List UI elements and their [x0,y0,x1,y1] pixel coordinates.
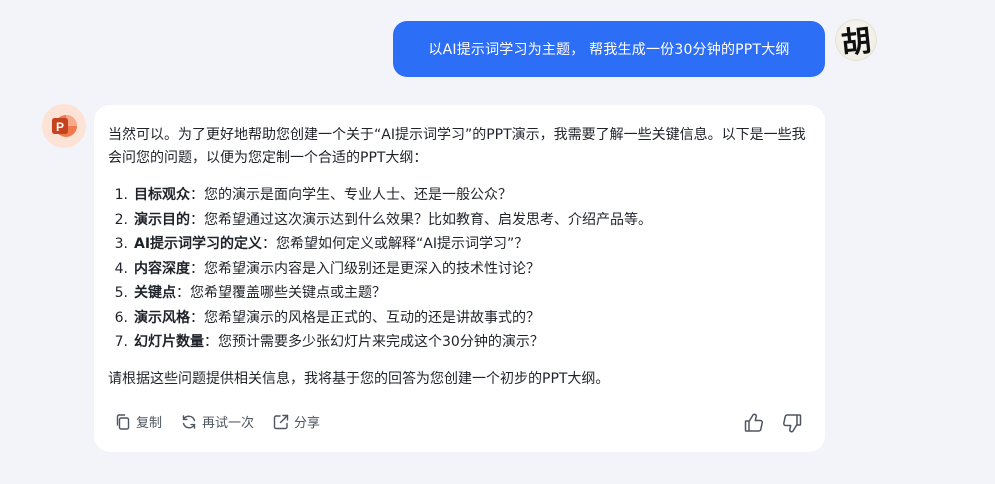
list-item-number: 1. [114,187,128,203]
list-item-number: 7. [114,334,128,350]
thumbs-down-icon[interactable] [781,412,803,434]
list-item-text: ：您希望演示内容是入门级别还是更深入的技术性讨论？ [190,260,540,277]
copy-button[interactable]: 复制 [114,412,162,431]
question-list: 1. 目标观众：您的演示是面向学生、专业人士、还是一般公众？ 2. 演示目的：您… [108,183,811,355]
refresh-icon [182,414,196,429]
share-button[interactable]: 分享 [272,412,320,431]
list-item-text: ：您希望覆盖哪些关键点或主题？ [176,285,386,301]
feedback-bar [743,412,803,434]
list-item-text: ：您希望演示的风格是正式的、互动的还是讲故事式的？ [190,309,540,326]
svg-text:P: P [56,120,64,134]
user-avatar[interactable]: 胡 [835,19,877,61]
assistant-avatar: P [42,104,86,148]
share-label: 分享 [294,416,321,431]
list-item-number: 3. [114,236,128,252]
list-item-number: 6. [114,309,128,326]
list-item: 6. 演示风格：您希望演示的风格是正式的、互动的还是讲故事式的？ [108,306,811,331]
list-item-text: ：您预计需要多少张幻灯片来完成这个30分钟的演示？ [204,334,544,350]
user-message-bubble: 以AI提示词学习为主题， 帮我生成一份30分钟的PPT大纲 [393,21,825,77]
message-action-bar: 复制 再试一次 分享 [114,412,320,431]
copy-icon [116,413,130,430]
list-item-title: 内容深度 [134,260,190,277]
list-item: 2. 演示目的：您希望通过这次演示达到什么效果？比如教育、启发思考、介绍产品等。 [108,208,811,233]
list-item: 1. 目标观众：您的演示是面向学生、专业人士、还是一般公众？ [108,183,811,208]
share-icon [273,414,289,429]
user-message-text: 以AI提示词学习为主题， 帮我生成一份30分钟的PPT大纲 [428,42,790,58]
list-item-title: 演示风格 [134,309,190,326]
powerpoint-icon: P [52,115,77,137]
list-item-text: ：您希望如何定义或解释“AI提示词学习”？ [262,236,529,252]
list-item-text: ：您希望通过这次演示达到什么效果？比如教育、启发思考、介绍产品等。 [190,211,652,228]
list-item-title: 关键点 [134,285,176,301]
list-item-number: 5. [114,285,128,301]
thumbs-up-icon[interactable] [743,412,765,434]
list-item-title: 演示目的 [134,211,190,228]
copy-label: 复制 [136,416,163,431]
list-item-title: 目标观众 [134,187,190,203]
user-avatar-character: 胡 [839,23,874,61]
retry-button[interactable]: 再试一次 [180,412,254,431]
retry-label: 再试一次 [202,416,255,431]
list-item-number: 2. [114,211,128,228]
assistant-intro-text: 当然可以。为了更好地帮助您创建一个关于“AI提示词学习”的PPT演示，我需要了解… [108,127,806,166]
list-item: 7. 幻灯片数量：您预计需要多少张幻灯片来完成这个30分钟的演示？ [108,330,811,355]
assistant-message-card: 当然可以。为了更好地帮助您创建一个关于“AI提示词学习”的PPT演示，我需要了解… [94,105,825,452]
list-item-title: 幻灯片数量 [134,334,204,350]
list-item: 5. 关键点：您希望覆盖哪些关键点或主题？ [108,281,811,306]
assistant-closing-text: 请根据这些问题提供相关信息，我将基于您的回答为您创建一个初步的PPT大纲。 [108,370,610,387]
list-item-text: ：您的演示是面向学生、专业人士、还是一般公众？ [190,187,512,203]
list-item-title: AI提示词学习的定义 [134,236,263,252]
list-item-number: 4. [114,260,128,277]
list-item: 3. AI提示词学习的定义：您希望如何定义或解释“AI提示词学习”？ [108,232,811,257]
list-item: 4. 内容深度：您希望演示内容是入门级别还是更深入的技术性讨论？ [108,257,811,282]
